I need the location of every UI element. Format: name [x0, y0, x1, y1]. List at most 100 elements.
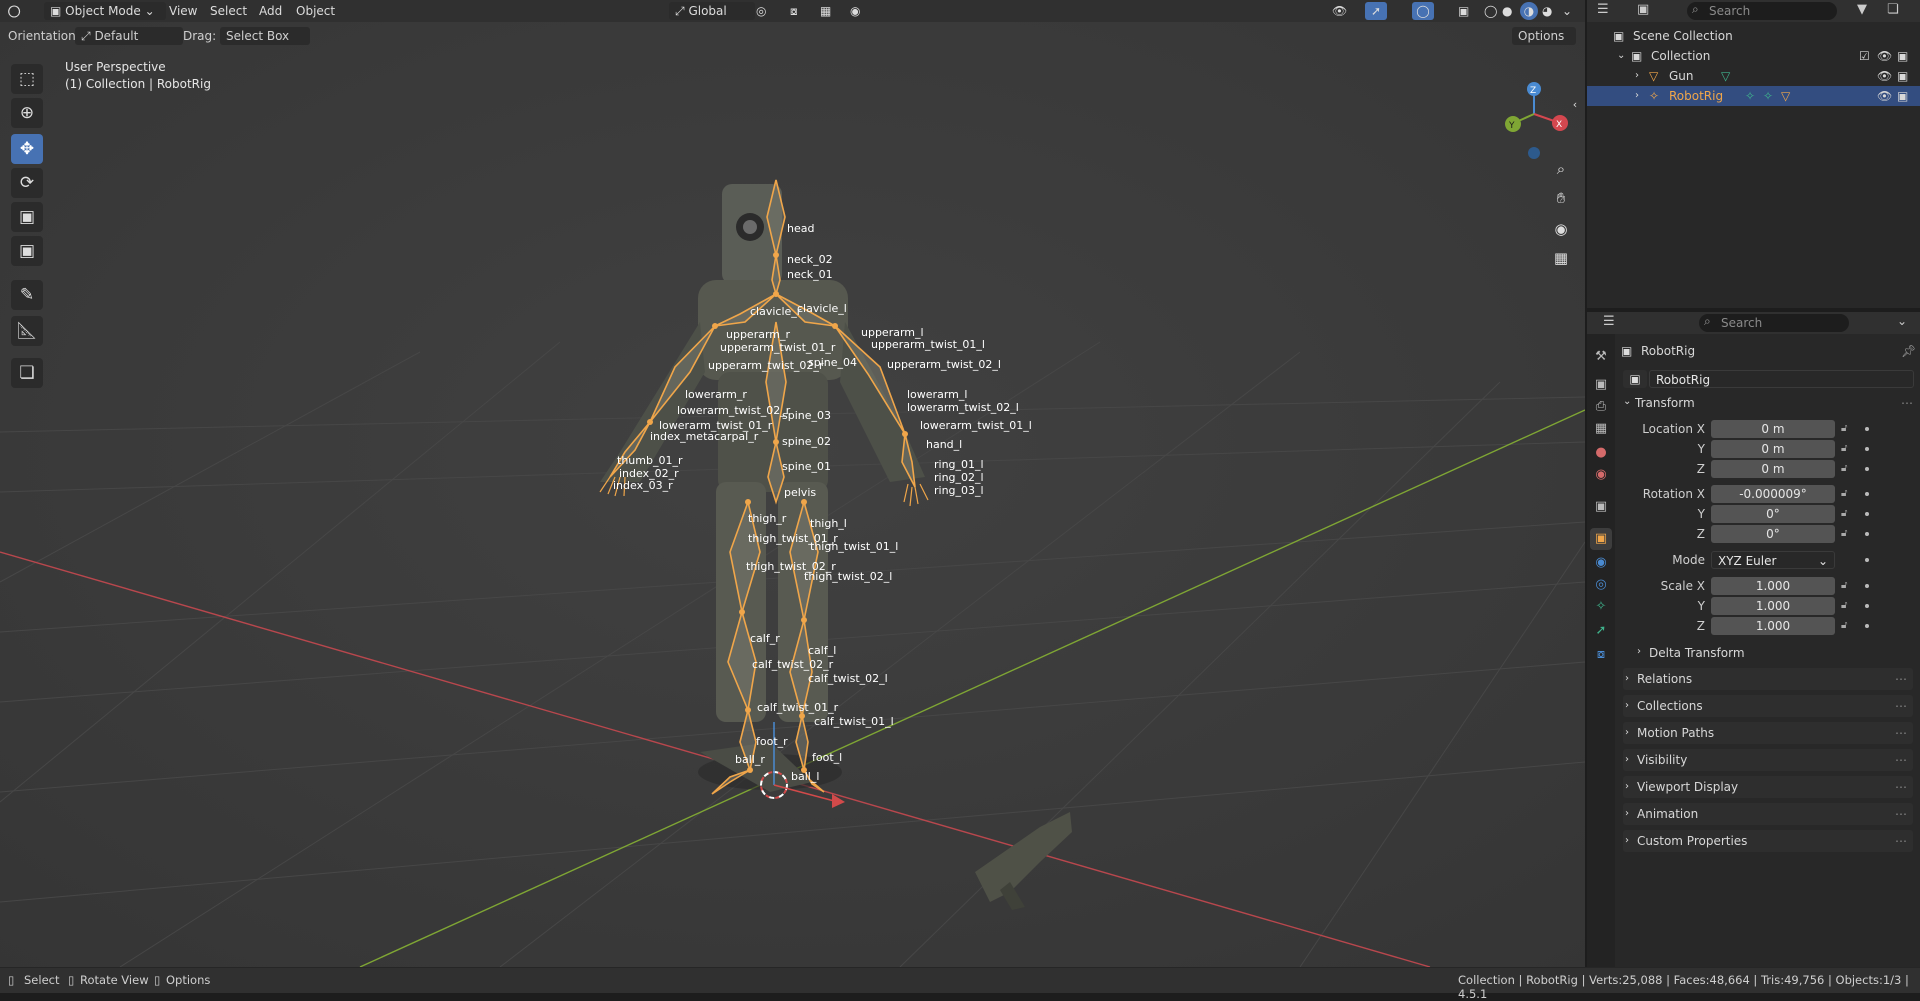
measure-tool[interactable]: 📐︎ — [11, 316, 43, 346]
material-shading-icon[interactable]: ◑ — [1520, 2, 1538, 20]
shading-options-icon[interactable]: ⌄ — [1562, 2, 1572, 20]
rotation-mode-dropdown[interactable]: XYZ Euler ⌄ — [1711, 551, 1835, 569]
pin-icon[interactable]: 📌︎ — [1901, 344, 1916, 358]
options-dropdown[interactable]: Options — [1512, 27, 1576, 45]
new-collection-icon[interactable]: ❏ — [1887, 2, 1899, 17]
gizmo-toggle-icon[interactable]: ➚ — [1365, 2, 1387, 20]
outliner-editor-icon[interactable]: ☰ — [1597, 2, 1609, 17]
overlay-toggle-icon[interactable]: ◯ — [1412, 2, 1434, 20]
chevron-down-icon[interactable]: ⌄ — [1623, 396, 1631, 407]
visibility-eye-icon[interactable]: 👁︎ — [1877, 66, 1892, 86]
chevron-right-icon[interactable]: › — [1635, 66, 1639, 86]
drag-handle-icon[interactable]: ⋯ — [1901, 396, 1913, 410]
rotation-y-field[interactable]: 0° — [1711, 505, 1835, 523]
lock-rotation-y-icon[interactable]: 🔓︎ — [1841, 508, 1847, 519]
armature-data-tab-icon[interactable]: ✧ — [1590, 596, 1612, 618]
motion-paths-section[interactable]: › Motion Paths ⋯ — [1623, 722, 1913, 744]
keyframe-dot-icon[interactable] — [1865, 584, 1869, 588]
orientation-dropdown[interactable]: ⤢ Default — [75, 27, 183, 45]
location-z-field[interactable]: 0 m — [1711, 460, 1835, 478]
perspective-toggle-icon[interactable]: ▦ — [1548, 245, 1574, 271]
keyframe-dot-icon[interactable] — [1865, 512, 1869, 516]
scale-y-field[interactable]: 1.000 — [1711, 597, 1835, 615]
chevron-down-icon[interactable]: ⌄ — [1617, 46, 1625, 66]
collection-tab-icon[interactable]: ▣ — [1590, 496, 1612, 518]
custom-properties-section[interactable]: › Custom Properties ⋯ — [1623, 830, 1913, 852]
lock-scale-x-icon[interactable]: 🔓︎ — [1841, 580, 1847, 591]
menu-view[interactable]: View — [169, 2, 197, 20]
lock-location-x-icon[interactable]: 🔓︎ — [1841, 423, 1847, 434]
keyframe-dot-icon[interactable] — [1865, 427, 1869, 431]
collections-section[interactable]: › Collections ⋯ — [1623, 695, 1913, 717]
outliner-row-collection[interactable]: ⌄ ▣ Collection ☑ 👁︎ ▣ — [1587, 46, 1920, 66]
visibility-eye-icon[interactable]: 👁︎ — [1877, 46, 1892, 66]
keyframe-dot-icon[interactable] — [1865, 532, 1869, 536]
physics-tab-icon[interactable]: ◎ — [1590, 574, 1612, 596]
add-cube-tool[interactable]: ❏ — [11, 358, 43, 388]
object-type-icon[interactable]: ▣ — [1623, 370, 1647, 388]
outliner-search-input[interactable]: Search — [1687, 2, 1837, 20]
chevron-right-icon[interactable]: › — [1637, 646, 1641, 657]
move-tool[interactable]: ✥ — [11, 134, 43, 164]
bone-tab-icon[interactable]: ➚ — [1590, 620, 1612, 642]
pivot-point-icon[interactable]: ◎ — [756, 2, 766, 20]
keyframe-dot-icon[interactable] — [1865, 467, 1869, 471]
keyframe-dot-icon[interactable] — [1865, 624, 1869, 628]
render-camera-icon[interactable]: ▣ — [1897, 46, 1908, 66]
3d-viewport[interactable]: head neck_02 neck_01 clavicle_r clavicle… — [0, 22, 1585, 967]
drag-dropdown[interactable]: Select Box — [220, 27, 310, 45]
lock-location-z-icon[interactable]: 🔓︎ — [1841, 463, 1847, 474]
properties-search-input[interactable]: Search — [1699, 314, 1849, 332]
animation-section[interactable]: › Animation ⋯ — [1623, 803, 1913, 825]
annotate-tool[interactable]: ✎ — [11, 280, 43, 310]
delta-transform-section[interactable]: Delta Transform — [1649, 646, 1745, 660]
keyframe-dot-icon[interactable] — [1865, 604, 1869, 608]
modifier-tab-icon[interactable]: ◉ — [1590, 552, 1612, 574]
camera-view-icon[interactable]: ◉ — [1548, 216, 1574, 242]
scale-x-field[interactable]: 1.000 — [1711, 577, 1835, 595]
location-y-field[interactable]: 0 m — [1711, 440, 1835, 458]
scale-tool[interactable]: ▣ — [11, 202, 43, 232]
menu-add[interactable]: Add — [259, 2, 282, 20]
lock-rotation-x-icon[interactable]: 🔓︎ — [1841, 488, 1847, 499]
cursor-tool[interactable]: ⊕ — [11, 98, 43, 128]
solid-shading-icon[interactable]: ● — [1502, 2, 1512, 20]
collapse-sidebar-icon[interactable]: ‹ — [1568, 92, 1582, 118]
menu-select[interactable]: Select — [210, 2, 247, 20]
world-tab-icon[interactable]: ◉ — [1590, 464, 1612, 486]
object-name-field[interactable]: RobotRig — [1649, 370, 1914, 388]
xray-icon[interactable]: ▣ — [1458, 2, 1469, 20]
transform-tool[interactable]: ▣ — [11, 236, 43, 266]
snap-target-icon[interactable]: ▦ — [820, 2, 831, 20]
location-x-field[interactable]: 0 m — [1711, 420, 1835, 438]
view-layer-tab-icon[interactable]: ▦ — [1590, 418, 1612, 440]
visibility-section[interactable]: › Visibility ⋯ — [1623, 749, 1913, 771]
lock-scale-y-icon[interactable]: 🔓︎ — [1841, 600, 1847, 611]
snap-icon[interactable]: ⧇ — [790, 2, 798, 20]
keyframe-dot-icon[interactable] — [1865, 492, 1869, 496]
chevron-right-icon[interactable]: › — [1635, 86, 1639, 106]
transform-orientation-dropdown[interactable]: ⤢ Global — [669, 2, 755, 20]
lock-scale-z-icon[interactable]: 🔓︎ — [1841, 620, 1847, 631]
chevron-down-icon[interactable]: ⌄ — [1897, 314, 1907, 328]
render-tab-icon[interactable]: ▣ — [1590, 374, 1612, 396]
outliner-row-robotrig[interactable]: › ✧ RobotRig ✧ ✧ ▽ 👁︎ ▣ — [1587, 86, 1920, 106]
filter-icon[interactable]: ▼ — [1857, 2, 1867, 17]
keyframe-dot-icon[interactable] — [1865, 558, 1869, 562]
lock-rotation-z-icon[interactable]: 🔓︎ — [1841, 528, 1847, 539]
transform-section-title[interactable]: Transform — [1635, 396, 1695, 410]
rendered-shading-icon[interactable]: ◕ — [1542, 2, 1552, 20]
rotation-z-field[interactable]: 0° — [1711, 525, 1835, 543]
editor-type-icon[interactable]: ⭕︎ — [8, 2, 36, 20]
viewport-display-section[interactable]: › Viewport Display ⋯ — [1623, 776, 1913, 798]
zoom-icon[interactable]: ⌕ — [1548, 156, 1574, 182]
visibility-icon[interactable]: 👁︎ — [1332, 2, 1347, 20]
properties-editor-icon[interactable]: ☰ — [1603, 314, 1615, 329]
select-box-tool[interactable]: ⬚ — [11, 64, 43, 94]
relations-section[interactable]: › Relations ⋯ — [1623, 668, 1913, 690]
menu-object[interactable]: Object — [296, 2, 335, 20]
rotation-x-field[interactable]: -0.000009° — [1711, 485, 1835, 503]
object-tab-icon[interactable]: ▣ — [1590, 528, 1612, 550]
proportional-edit-icon[interactable]: ◉ — [850, 2, 860, 20]
outliner-row-scene-collection[interactable]: ▣ Scene Collection — [1587, 26, 1920, 46]
